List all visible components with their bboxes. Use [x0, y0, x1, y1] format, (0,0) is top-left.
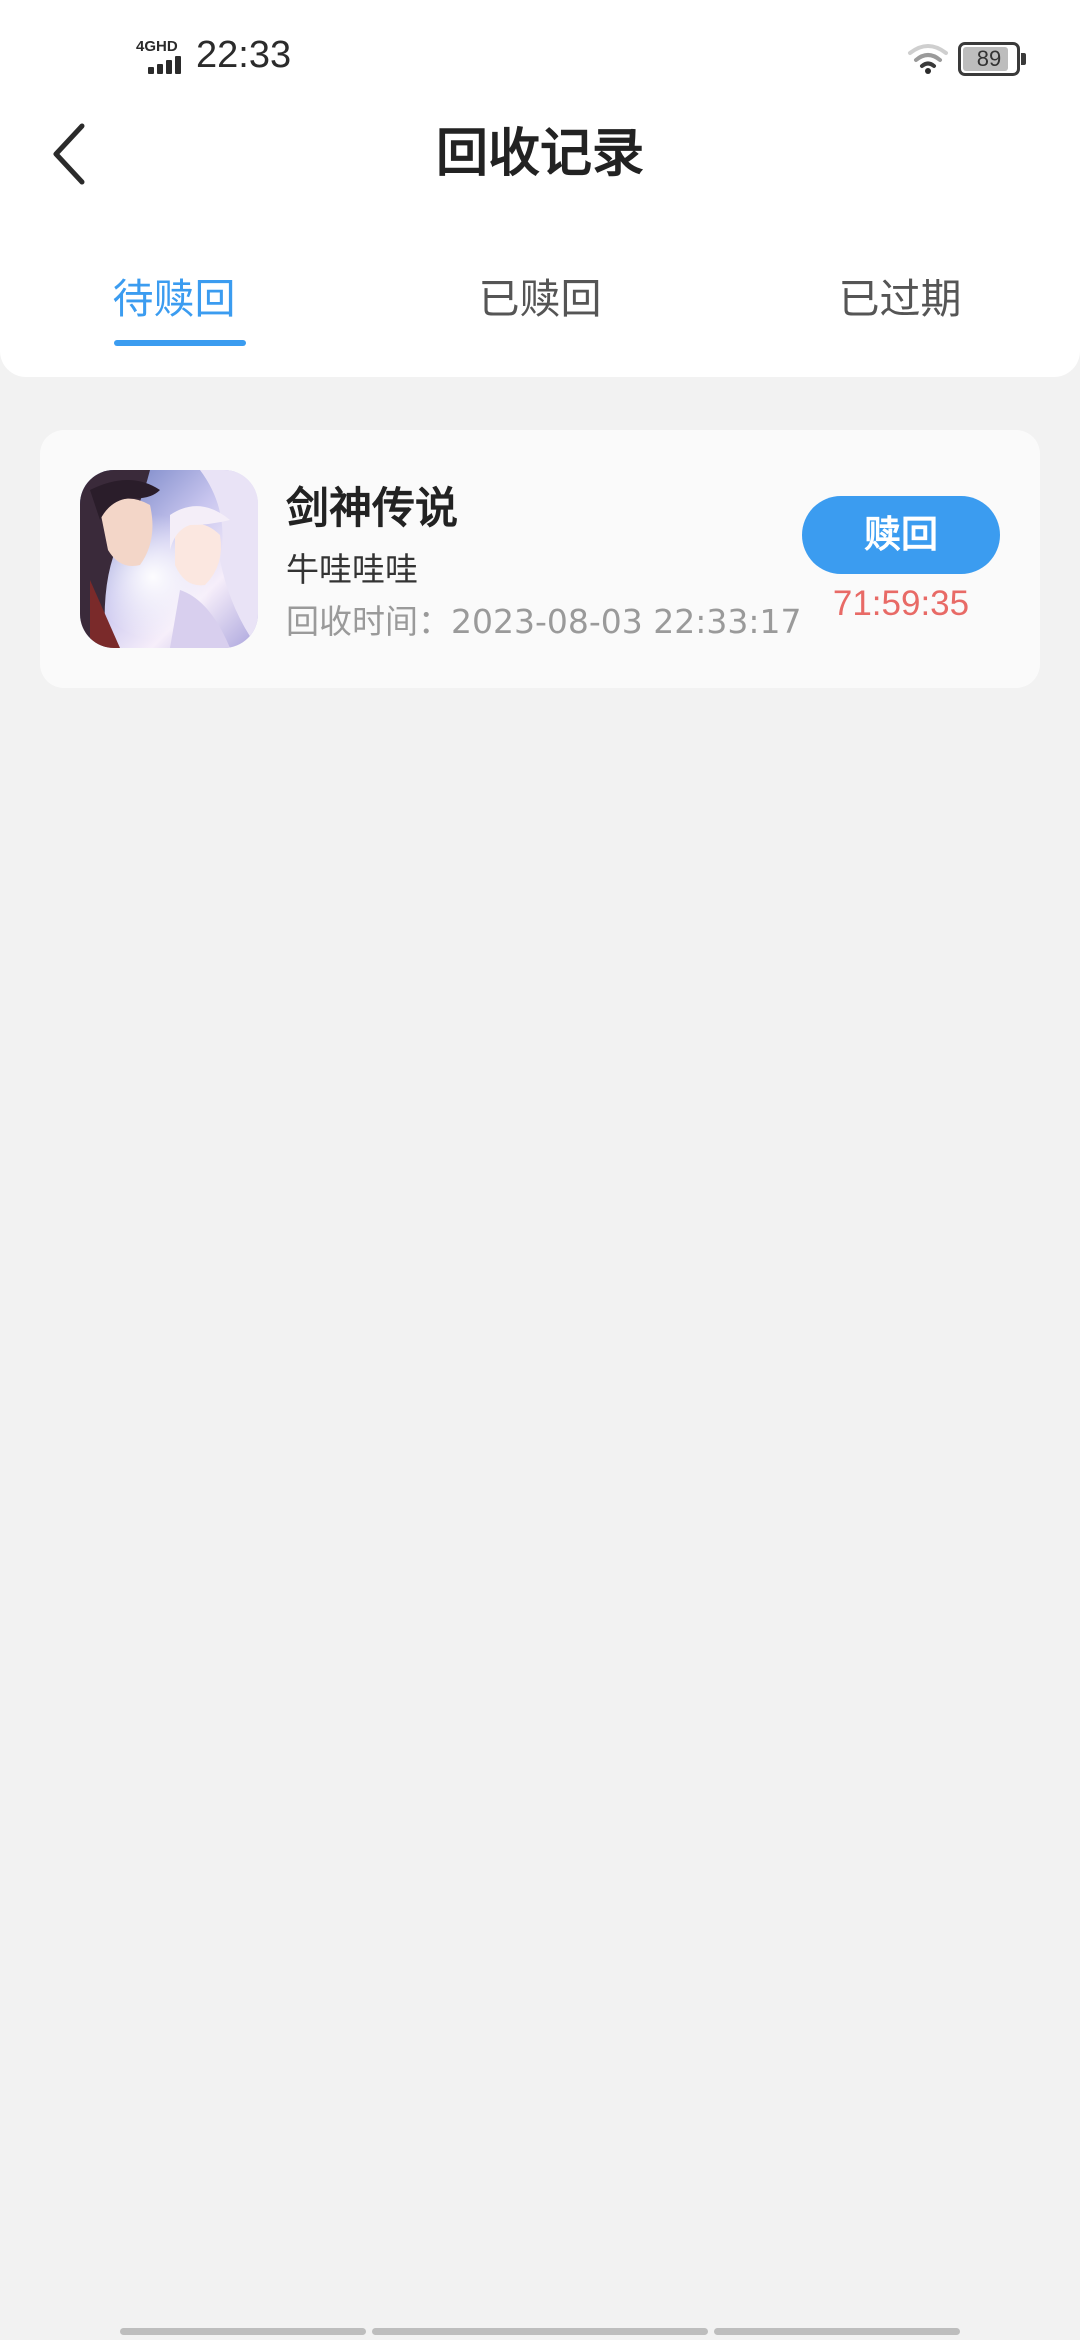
- status-bar: 4GHD 22:33 89: [0, 0, 1080, 120]
- gesture-bar-segment: [372, 2328, 708, 2335]
- battery-cap: [1021, 53, 1026, 65]
- status-time: 22:33: [196, 34, 292, 76]
- tab-bar: 待赎回 已赎回 已过期: [0, 264, 1080, 354]
- gesture-bar-segment: [714, 2328, 960, 2335]
- game-name: 剑神传说: [286, 484, 458, 534]
- tab-label: 已过期: [838, 275, 962, 323]
- recycle-time: 回收时间：2023-08-03 22:33:17: [286, 602, 802, 641]
- signal-icon: 4GHD: [134, 38, 186, 76]
- record-card[interactable]: 剑神传说 牛哇哇哇 回收时间：2023-08-03 22:33:17 赎回 71…: [40, 430, 1040, 688]
- account-name: 牛哇哇哇: [286, 550, 418, 589]
- header-panel: 4GHD 22:33 89 回收记录 待赎回 已赎回 已过期: [0, 0, 1080, 377]
- active-tab-indicator: [114, 340, 246, 346]
- game-icon: [80, 470, 258, 648]
- tab-label: 已赎回: [478, 275, 602, 323]
- redeem-countdown: 71:59:35: [832, 584, 970, 623]
- redeem-button[interactable]: 赎回: [802, 496, 1000, 574]
- battery-icon: 89: [958, 42, 1026, 76]
- wifi-icon: [908, 44, 948, 74]
- tab-redeemed[interactable]: 已赎回: [420, 264, 660, 350]
- tab-pending-redeem[interactable]: 待赎回: [54, 264, 294, 350]
- signal-bars: [148, 56, 186, 74]
- network-type-label: 4GHD: [136, 38, 178, 55]
- page-title: 回收记录: [435, 124, 644, 184]
- battery-percentage: 89: [976, 46, 1002, 71]
- tab-expired[interactable]: 已过期: [780, 264, 1020, 350]
- gesture-bar-segment: [120, 2328, 366, 2335]
- tab-label: 待赎回: [112, 275, 236, 323]
